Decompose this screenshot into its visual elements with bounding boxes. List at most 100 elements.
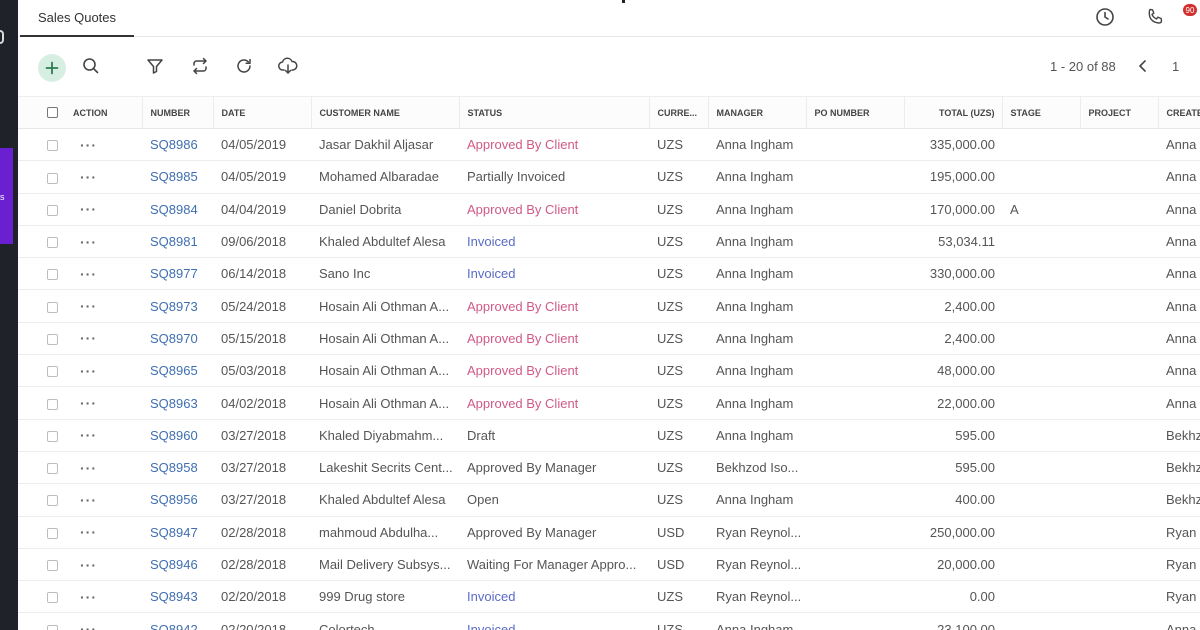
column-header-manager[interactable]: MANAGER — [707, 96, 806, 129]
row-checkbox[interactable] — [47, 301, 58, 313]
table-row[interactable]: ··· SQ8984 04/04/2019 Daniel Dobrita Approve… — [18, 193, 1200, 226]
row-checkbox[interactable] — [47, 269, 58, 281]
quote-number-link[interactable]: SQ8963 — [150, 396, 198, 411]
more-horizontal-icon[interactable]: ··· — [73, 137, 97, 153]
row-checkbox[interactable] — [47, 624, 58, 630]
select-all-checkbox[interactable] — [47, 107, 58, 119]
table-row[interactable]: ··· SQ8943 02/20/2018 999 Drug store Invoice… — [18, 580, 1200, 614]
table-row[interactable]: ··· SQ8973 05/24/2018 Hosain Ali Othman A..… — [18, 289, 1200, 323]
refresh-button[interactable] — [231, 53, 257, 79]
row-checkbox[interactable] — [47, 333, 58, 345]
table-row[interactable]: ··· SQ8947 02/28/2018 mahmoud Abdulha... App… — [18, 516, 1200, 549]
plus-icon — [45, 61, 59, 75]
quote-number-link[interactable]: SQ8985 — [150, 169, 198, 184]
more-horizontal-icon[interactable]: ··· — [73, 460, 97, 476]
row-checkbox[interactable] — [47, 430, 58, 442]
more-horizontal-icon[interactable]: ··· — [73, 395, 97, 411]
table-row[interactable]: ··· SQ8960 03/27/2018 Khaled Diyabmahm... Dr… — [18, 419, 1200, 452]
quote-number-link[interactable]: SQ8986 — [150, 137, 198, 152]
row-checkbox[interactable] — [47, 463, 58, 475]
quote-number-link[interactable]: SQ8942 — [150, 622, 198, 630]
cloud-download-icon — [278, 57, 298, 74]
more-horizontal-icon[interactable]: ··· — [73, 621, 97, 630]
row-checkbox[interactable] — [47, 495, 58, 507]
search-button[interactable] — [78, 53, 104, 79]
quote-number-link[interactable]: SQ8947 — [150, 525, 198, 540]
notification-badge[interactable]: 90 — [1183, 4, 1197, 16]
quote-number-link[interactable]: SQ8984 — [150, 202, 198, 217]
more-horizontal-icon[interactable]: ··· — [73, 234, 97, 250]
sidebar-handle[interactable] — [0, 30, 4, 44]
quote-number-link[interactable]: SQ8973 — [150, 299, 198, 314]
column-header-status[interactable]: STATUS — [458, 96, 649, 129]
cell-number: SQ8986 — [142, 128, 213, 162]
filter-button[interactable] — [142, 53, 168, 79]
quote-number-link[interactable]: SQ8943 — [150, 589, 198, 604]
cell-total: 20,000.00 — [904, 548, 1002, 582]
row-checkbox[interactable] — [47, 592, 58, 604]
quote-number-link[interactable]: SQ8965 — [150, 363, 198, 378]
row-checkbox[interactable] — [47, 560, 58, 572]
phone-icon[interactable] — [1144, 6, 1166, 28]
table-row[interactable]: ··· SQ8965 05/03/2018 Hosain Ali Othman A..… — [18, 354, 1200, 388]
more-horizontal-icon[interactable]: ··· — [73, 524, 97, 540]
column-header-currency[interactable]: CURRE... — [648, 96, 708, 129]
sidebar-active-item[interactable]: s — [0, 148, 13, 244]
column-header-po-number[interactable]: PO NUMBER — [805, 96, 904, 129]
table-row[interactable]: ··· SQ8958 03/27/2018 Lakeshit Secrits Cent… — [18, 451, 1200, 485]
table-row[interactable]: ··· SQ8942 02/20/2018 Colortech Invoiced UZS A… — [18, 612, 1200, 630]
pager-page-number[interactable]: 1 — [1172, 59, 1179, 74]
more-horizontal-icon[interactable]: ··· — [73, 298, 97, 314]
column-header-project[interactable]: PROJECT — [1079, 96, 1158, 129]
column-header-action[interactable]: ACTION — [65, 96, 142, 129]
table-row[interactable]: ··· SQ8963 04/02/2018 Hosain Ali Othman A..… — [18, 386, 1200, 420]
more-horizontal-icon[interactable]: ··· — [73, 492, 97, 508]
row-checkbox[interactable] — [47, 140, 58, 152]
more-horizontal-icon[interactable]: ··· — [73, 557, 97, 573]
cell-customer-name: mahmoud Abdulha... — [311, 516, 459, 549]
table-row[interactable]: ··· SQ8977 06/14/2018 Sano Inc Invoiced UZS An… — [18, 257, 1200, 291]
pager-prev-button[interactable] — [1134, 56, 1152, 76]
quote-number-link[interactable]: SQ8981 — [150, 234, 198, 249]
column-header-date[interactable]: DATE — [212, 96, 311, 129]
cell-total: 0.00 — [904, 580, 1002, 614]
table-row[interactable]: ··· SQ8986 04/05/2019 Jasar Dakhil Aljasar A… — [18, 128, 1200, 162]
more-horizontal-icon[interactable]: ··· — [73, 169, 97, 185]
quote-number-link[interactable]: SQ8960 — [150, 428, 198, 443]
table-row[interactable]: ··· SQ8970 05/15/2018 Hosain Ali Othman A..… — [18, 322, 1200, 356]
table-row[interactable]: ··· SQ8981 09/06/2018 Khaled Abdultef Alesa… — [18, 225, 1200, 259]
table-row[interactable]: ··· SQ8985 04/05/2019 Mohamed Albaradae Part… — [18, 160, 1200, 194]
row-checkbox[interactable] — [47, 204, 58, 216]
quote-number-link[interactable]: SQ8970 — [150, 331, 198, 346]
column-header-created[interactable]: CREATE — [1157, 96, 1200, 129]
row-checkbox[interactable] — [47, 398, 58, 410]
more-horizontal-icon[interactable]: ··· — [73, 201, 97, 217]
cell-number: SQ8942 — [142, 612, 213, 630]
table-row[interactable]: ··· SQ8946 02/28/2018 Mail Delivery Subsys.… — [18, 548, 1200, 582]
table-row[interactable]: ··· SQ8956 03/27/2018 Khaled Abdultef Alesa… — [18, 483, 1200, 517]
more-horizontal-icon[interactable]: ··· — [73, 589, 97, 605]
cell-stage — [1002, 289, 1080, 323]
column-header-stage[interactable]: STAGE — [1001, 96, 1080, 129]
column-header-customer-name[interactable]: CUSTOMER NAME — [310, 96, 459, 129]
quote-number-link[interactable]: SQ8946 — [150, 557, 198, 572]
row-checkbox[interactable] — [47, 527, 58, 539]
column-header-total[interactable]: TOTAL (UZS) — [903, 96, 1002, 129]
download-button[interactable] — [275, 53, 301, 79]
row-checkbox[interactable] — [47, 237, 58, 249]
more-horizontal-icon[interactable]: ··· — [73, 363, 97, 379]
row-checkbox[interactable] — [47, 172, 58, 184]
add-quote-button[interactable] — [38, 54, 66, 82]
quote-number-link[interactable]: SQ8977 — [150, 266, 198, 281]
sync-button[interactable] — [187, 53, 213, 79]
column-header-number[interactable]: NUMBER — [141, 96, 213, 129]
more-horizontal-icon[interactable]: ··· — [73, 266, 97, 282]
row-checkbox[interactable] — [47, 366, 58, 378]
more-horizontal-icon[interactable]: ··· — [73, 427, 97, 443]
quote-number-link[interactable]: SQ8956 — [150, 492, 198, 507]
tab-sales-quotes[interactable]: Sales Quotes — [20, 0, 134, 37]
more-horizontal-icon[interactable]: ··· — [73, 330, 97, 346]
clock-icon[interactable] — [1094, 6, 1116, 28]
quote-number-link[interactable]: SQ8958 — [150, 460, 198, 475]
cell-status: Approved By Manager — [459, 516, 649, 549]
